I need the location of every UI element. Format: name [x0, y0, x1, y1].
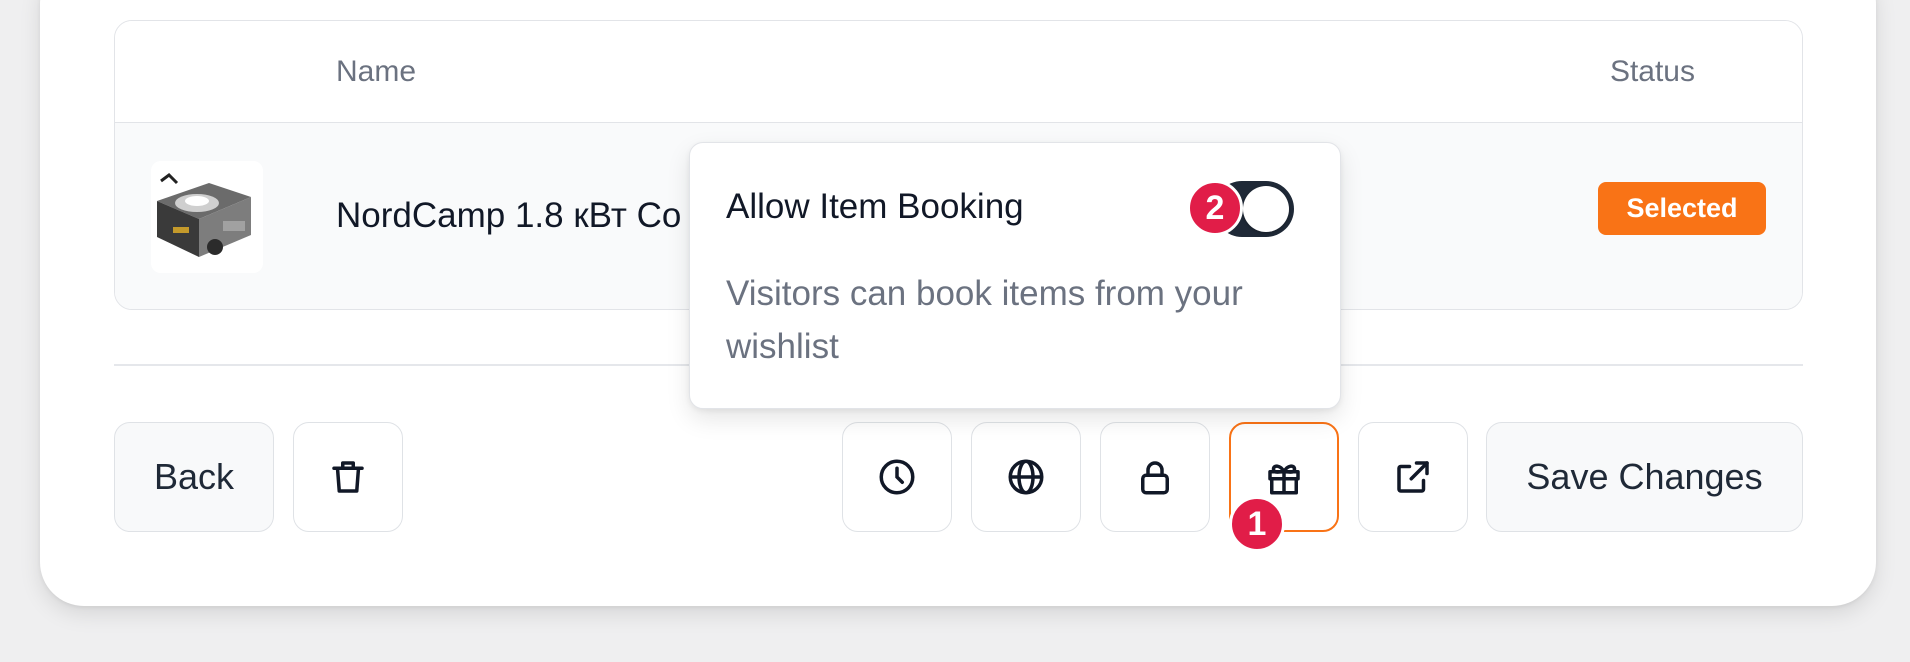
back-button[interactable]: Back — [114, 422, 274, 532]
back-label: Back — [153, 456, 235, 497]
external-link-icon — [1397, 461, 1429, 493]
privacy-button[interactable] — [1100, 422, 1210, 532]
save-label: Save Changes — [1526, 456, 1763, 497]
status-badge: Selected — [1598, 182, 1766, 235]
trash-icon — [332, 461, 364, 493]
delete-button[interactable] — [293, 422, 403, 532]
gift-icon — [1268, 464, 1300, 495]
schedule-button[interactable] — [842, 422, 952, 532]
column-header-status: Status — [1609, 55, 1695, 88]
share-button[interactable] — [1358, 422, 1468, 532]
globe-icon — [1008, 459, 1044, 495]
camping-stove-image — [151, 161, 263, 273]
column-header-name: Name — [336, 55, 417, 88]
table-header: Name Status — [115, 21, 1802, 123]
save-changes-button[interactable]: Save Changes — [1486, 422, 1803, 532]
booking-popover: Allow Item Booking Visitors can book ite… — [689, 142, 1341, 409]
popover-title: Allow Item Booking — [726, 187, 1024, 226]
step-marker-2: 2 — [1187, 180, 1243, 236]
toggle-knob — [1243, 186, 1289, 232]
product-name: NordCamp 1.8 кВт Co — [336, 196, 682, 235]
lock-icon — [1141, 461, 1169, 495]
popover-description: Visitors can book items from your wishli… — [726, 274, 1243, 366]
step-marker-1: 1 — [1229, 496, 1285, 552]
clock-icon — [879, 459, 915, 495]
visibility-button[interactable] — [971, 422, 1081, 532]
product-thumbnail — [151, 161, 263, 273]
